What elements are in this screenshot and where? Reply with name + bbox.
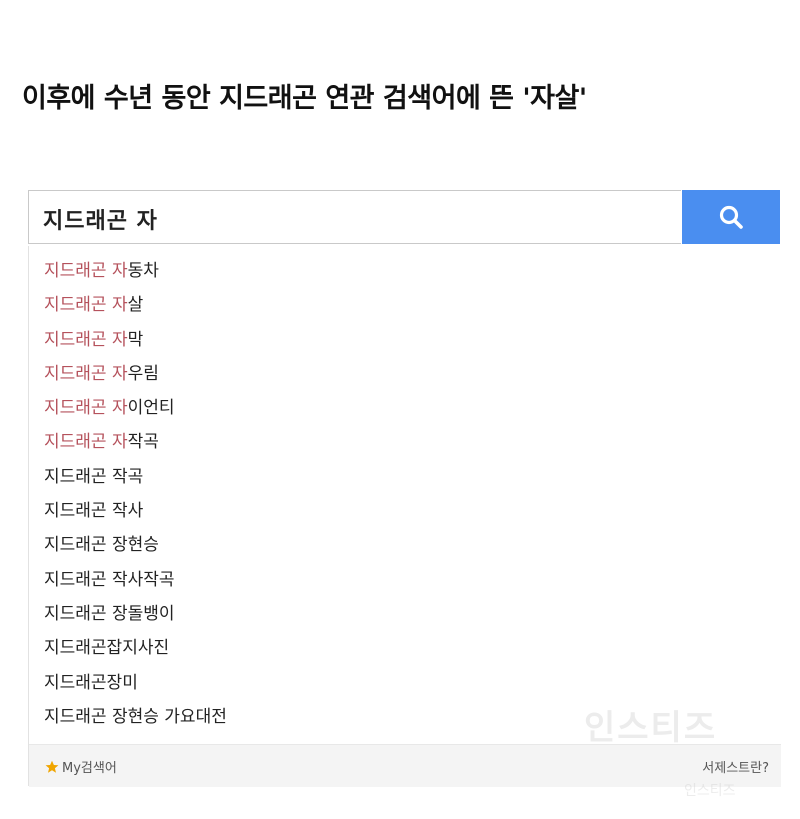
search-input[interactable]: 지드래곤 자 xyxy=(28,190,681,244)
watermark: 인스티즈 xyxy=(584,708,718,748)
suggestion-text: 지드래곤 장현승 가요대전 xyxy=(44,706,227,727)
suggestion-item[interactable]: 지드래곤 자우림 xyxy=(29,357,781,391)
suggestion-item[interactable]: 지드래곤 자동차 xyxy=(29,254,781,288)
suggestion-item[interactable]: 지드래곤 장현승 xyxy=(29,528,781,562)
watermark-small: 인스티즈 xyxy=(684,783,736,799)
suggestion-item[interactable]: 지드래곤 자살 xyxy=(29,288,781,322)
suggestion-highlight: 지드래곤 자 xyxy=(44,398,128,419)
suggestion-text: 지드래곤 장현승 xyxy=(44,535,159,556)
suggestion-item[interactable]: 지드래곤 작곡 xyxy=(29,460,781,494)
suggestion-item[interactable]: 지드래곤 작사작곡 xyxy=(29,563,781,597)
suggestion-text: 지드래곤 작사작곡 xyxy=(44,569,175,590)
suggestion-highlight: 지드래곤 자 xyxy=(44,363,128,384)
suggestion-text: 우림 xyxy=(127,363,159,384)
search-box: 지드래곤 자 xyxy=(28,190,780,244)
suggestion-text: 작곡 xyxy=(127,432,159,453)
suggestion-item[interactable]: 지드래곤 장돌뱅이 xyxy=(29,597,781,631)
search-query-text: 지드래곤 자 xyxy=(43,209,158,234)
suggestion-text: 동차 xyxy=(127,261,159,281)
suggestion-text: 지드래곤 작곡 xyxy=(44,466,144,487)
article-headline: 이후에 수년 동안 지드래곤 연관 검색어에 뜬 '자살' xyxy=(22,83,587,114)
suggestion-text: 이언티 xyxy=(127,398,175,419)
my-search-button[interactable]: My검색어 xyxy=(45,757,117,776)
suggestion-highlight: 지드래곤 자 xyxy=(44,329,128,350)
search-icon xyxy=(719,205,743,229)
suggestion-text: 막 xyxy=(127,329,144,350)
suggestion-item[interactable]: 지드래곤 자작곡 xyxy=(29,425,781,459)
suggestion-text: 지드래곤 작사 xyxy=(44,501,144,522)
suggestion-highlight: 지드래곤 자 xyxy=(44,295,128,316)
search-button[interactable] xyxy=(682,190,780,244)
suggestion-item[interactable]: 지드래곤잡지사진 xyxy=(29,631,781,665)
suggestion-item[interactable]: 지드래곤 자이언티 xyxy=(29,391,781,425)
suggestion-list: 지드래곤 자동차 지드래곤 자살 지드래곤 자막 지드래곤 자우림 지드래곤 자이언티 지… xyxy=(29,254,781,734)
star-icon xyxy=(45,760,59,773)
suggestion-text: 살 xyxy=(127,295,144,316)
suggestion-item[interactable]: 지드래곤 자막 xyxy=(29,323,781,357)
suggestion-item[interactable]: 지드래곤 작사 xyxy=(29,494,781,528)
suggestion-highlight: 지드래곤 자 xyxy=(44,432,128,453)
suggestion-item[interactable]: 지드래곤장미 xyxy=(29,666,781,700)
suggestion-text: 지드래곤장미 xyxy=(44,672,138,693)
suggestion-highlight: 지드래곤 자 xyxy=(44,261,128,281)
my-search-label: My검색어 xyxy=(62,761,117,776)
suggestion-text: 지드래곤잡지사진 xyxy=(44,638,170,659)
suggestion-text: 지드래곤 장돌뱅이 xyxy=(44,603,175,624)
